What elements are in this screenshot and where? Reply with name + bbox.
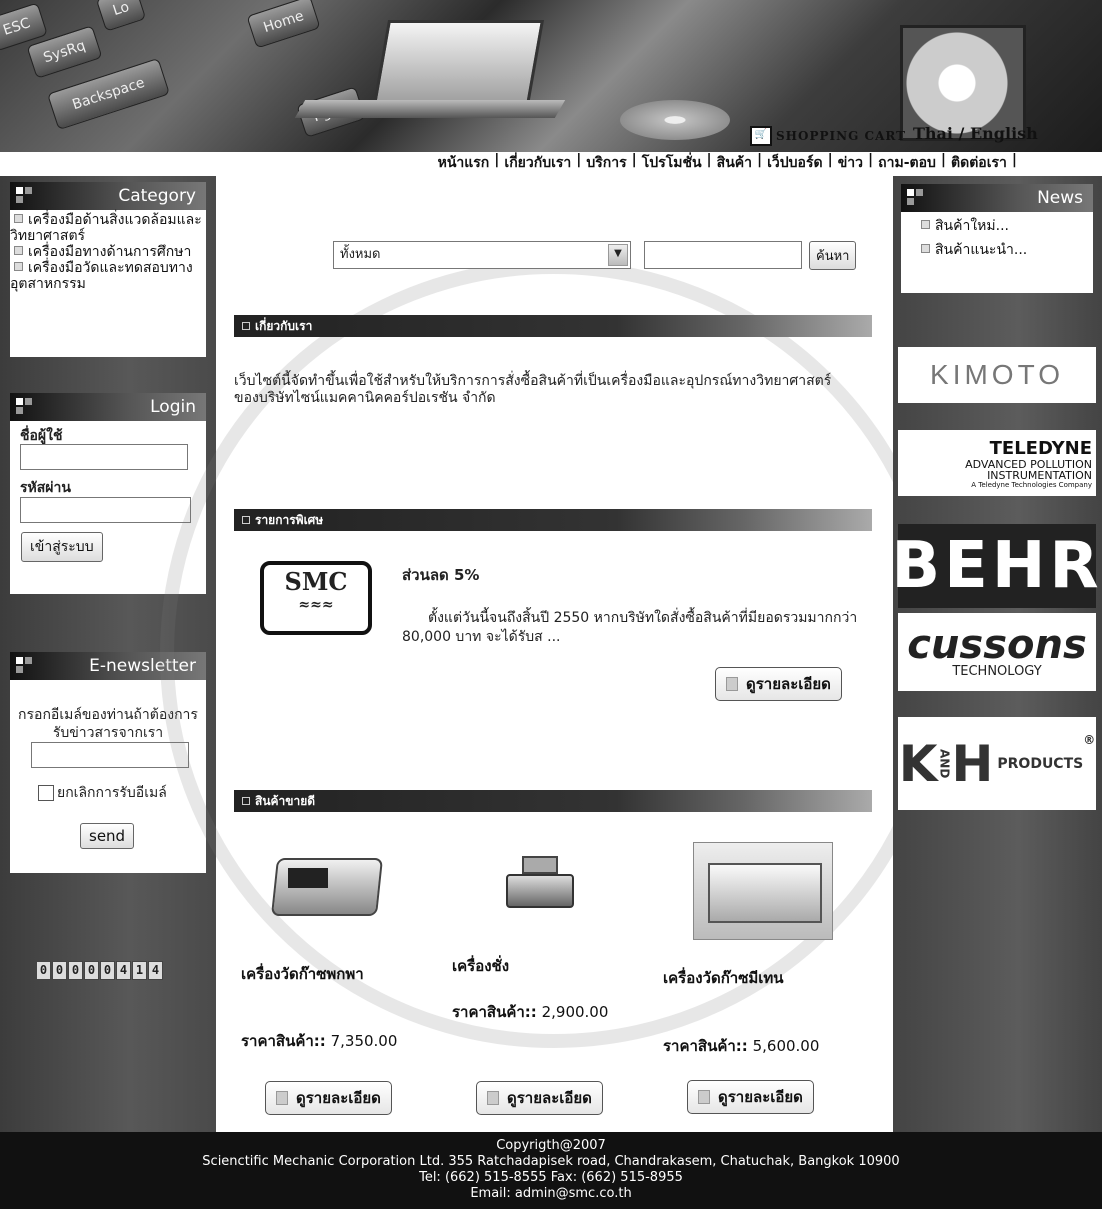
behr-logo[interactable]: BEHR	[891, 524, 1099, 608]
product-image[interactable]	[693, 842, 833, 940]
footer-email[interactable]: Email: admin@smc.co.th	[0, 1186, 1102, 1202]
box-icon	[16, 398, 32, 414]
product-detail-button[interactable]: ดูรายละเอียด	[687, 1080, 814, 1114]
nav-news[interactable]: ข่าว	[838, 152, 863, 174]
visitor-counter: 00000414	[36, 961, 163, 980]
login-button[interactable]: เข้าสู่ระบบ	[21, 532, 103, 562]
password-label: รหัสผ่าน	[20, 480, 71, 496]
category-item[interactable]: เครื่องมือทางด้านการศึกษา	[10, 244, 206, 260]
product-price: ราคาสินค้า:: 7,350.00	[241, 1032, 398, 1050]
main-nav: หน้าแรก | เกี่ยวกับเรา | บริการ | โปรโมชั่น…	[0, 152, 1102, 176]
teledyne-logo[interactable]: TELEDYNE ADVANCED POLLUTION INSTRUMENTAT…	[898, 430, 1096, 496]
newsletter-prompt: กรอกอีเมล์ของท่านถ้าต้องการรับข่าวสารจาก…	[18, 707, 198, 741]
category-list: เครื่องมือด้านสิ่งแวดล้อมและวิทยาศาสตร์ …	[10, 210, 206, 357]
kah-products-logo[interactable]: K AND H PRODUCTS ®	[898, 717, 1096, 810]
language-switch[interactable]: Thai / English	[913, 124, 1038, 143]
about-text: เว็บไซต์นี้จัดทำขึ้นเพื่อใช้สำหรับให้บริ…	[234, 373, 832, 406]
chevron-down-icon: ▼	[608, 244, 628, 266]
special-detail-button[interactable]: ดูรายละเอียด	[715, 667, 842, 701]
nav-home[interactable]: หน้าแรก	[438, 152, 490, 174]
category-item[interactable]: เครื่องมือวัดและทดสอบทางอุตสาหกรรม	[10, 260, 206, 292]
username-input[interactable]	[20, 444, 188, 470]
header-banner: ESC SysRq Backspace Home PgUp Lo 🛒 SHOPP…	[0, 0, 1102, 152]
send-button[interactable]: send	[80, 823, 135, 849]
shopping-cart-link[interactable]: 🛒 SHOPPING CART	[750, 126, 906, 146]
cart-icon: 🛒	[750, 126, 772, 146]
shopping-cart-label: SHOPPING CART	[776, 129, 907, 143]
product-price: ราคาสินค้า:: 5,600.00	[663, 1037, 820, 1055]
bullet-icon	[14, 246, 23, 255]
nav-webboard[interactable]: เว็ปบอร์ด	[767, 152, 822, 174]
bullet-icon	[14, 214, 23, 223]
password-input[interactable]	[20, 497, 191, 523]
news-title: News	[1037, 188, 1083, 208]
newsletter-title: E-newsletter	[89, 656, 196, 676]
cd-image	[620, 100, 730, 140]
bullet-icon	[921, 220, 930, 229]
product-detail-button[interactable]: ดูรายละเอียด	[476, 1081, 603, 1115]
login-title: Login	[150, 397, 196, 417]
special-text: ตั้งแต่วันนี้จนถึงสิ้นปี 2550 หากบริษัทใ…	[402, 610, 858, 645]
document-icon	[276, 1091, 288, 1105]
box-icon	[16, 187, 32, 203]
laptop-image	[371, 20, 545, 111]
document-icon	[698, 1090, 710, 1104]
unsubscribe-label: ยกเลิกการรับอีเมล์	[57, 785, 167, 801]
search-category-select[interactable]: ทั้งหมด ▼	[333, 241, 631, 269]
category-item[interactable]: เครื่องมือด้านสิ่งแวดล้อมและวิทยาศาสตร์	[10, 212, 206, 244]
laptop-base-image	[294, 100, 566, 118]
product-image[interactable]	[270, 844, 384, 926]
footer-address: Scienctific Mechanic Corporation Ltd. 35…	[202, 1154, 900, 1169]
category-title: Category	[118, 186, 196, 206]
keyboard-key: Lo	[95, 0, 147, 32]
news-item[interactable]: สินค้าใหม่...	[901, 218, 1093, 234]
keyboard-key: Home	[246, 0, 321, 49]
cussons-logo[interactable]: cussons TECHNOLOGY	[898, 613, 1096, 691]
bestseller-section-header: สินค้าขายดี	[234, 790, 872, 812]
footer: Copyrigth@2007 Scienctific Mechanic Corp…	[0, 1132, 1102, 1209]
category-header: Category	[10, 182, 206, 210]
login-header: Login	[10, 393, 206, 421]
search-category-value: ทั้งหมด	[340, 247, 381, 262]
product-price: ราคาสินค้า:: 2,900.00	[452, 1003, 609, 1021]
newsletter-email-input[interactable]	[31, 742, 189, 768]
bullet-icon	[14, 262, 23, 271]
product-image[interactable]	[506, 852, 576, 912]
document-icon	[726, 677, 738, 691]
nav-services[interactable]: บริการ	[586, 152, 626, 174]
box-icon	[16, 657, 32, 673]
nav-faq[interactable]: ถาม-ตอบ	[878, 152, 936, 174]
product-name[interactable]: เครื่องชั่ง	[452, 956, 572, 976]
nav-about[interactable]: เกี่ยวกับเรา	[504, 152, 571, 174]
document-icon	[487, 1091, 499, 1105]
nav-products[interactable]: สินค้า	[717, 152, 752, 174]
box-icon	[907, 189, 923, 205]
news-header: News	[901, 184, 1093, 212]
about-section-header: เกี่ยวกับเรา	[234, 315, 872, 337]
news-list: สินค้าใหม่... สินค้าแนะนำ...	[901, 212, 1093, 293]
search-button[interactable]: ค้นหา	[809, 241, 857, 270]
nav-promotion[interactable]: โปรโมชั่น	[642, 152, 702, 174]
unsubscribe-checkbox[interactable]	[38, 785, 54, 801]
product-name[interactable]: เครื่องวัดก๊าซพกพา	[241, 964, 381, 984]
product-detail-button[interactable]: ดูรายละเอียด	[265, 1081, 392, 1115]
special-title: ส่วนลด 5%	[402, 566, 480, 584]
product-name[interactable]: เครื่องวัดก๊าซมีเทน	[663, 968, 813, 988]
footer-phone: Tel: (662) 515-8555 Fax: (662) 515-8955	[419, 1170, 683, 1185]
news-item[interactable]: สินค้าแนะนำ...	[901, 242, 1093, 258]
newsletter-box: กรอกอีเมล์ของท่านถ้าต้องการรับข่าวสารจาก…	[10, 680, 206, 873]
smc-logo: SMC ≈≈≈	[260, 561, 372, 635]
newsletter-header: E-newsletter	[10, 652, 206, 680]
kimoto-logo[interactable]: KIMOTO	[898, 347, 1096, 403]
bullet-icon	[921, 244, 930, 253]
search-input[interactable]	[644, 241, 802, 269]
footer-copyright: Copyrigth@2007	[496, 1138, 606, 1153]
nav-contact[interactable]: ติดต่อเรา	[951, 152, 1007, 174]
special-section-header: รายการพิเศษ	[234, 509, 872, 531]
login-box: ชื่อผู้ใช้ รหัสผ่าน เข้าสู่ระบบ	[10, 421, 206, 594]
